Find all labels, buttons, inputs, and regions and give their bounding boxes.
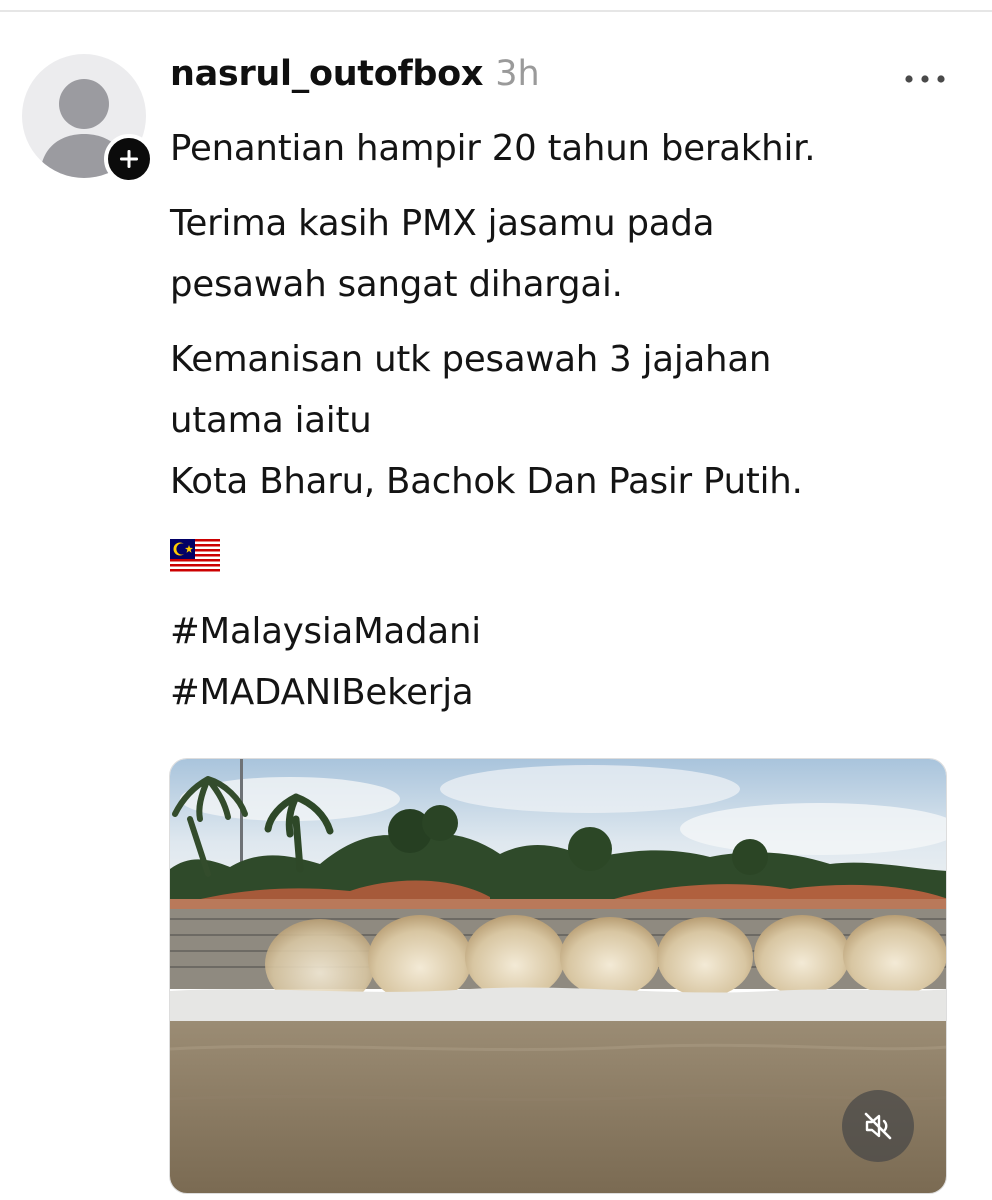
post-line: Kemanisan utk pesawah 3 jajahan (170, 339, 772, 380)
top-divider (0, 10, 992, 12)
post-text: Penantian hampir 20 tahun berakhir. Teri… (170, 118, 960, 723)
post-line: Penantian hampir 20 tahun berakhir. (170, 128, 816, 169)
follow-button[interactable] (104, 134, 154, 184)
post-line: Terima kasih PMX jasamu pada (170, 203, 715, 244)
post-line: pesawah sangat dihargai. (170, 264, 623, 305)
plus-icon (120, 150, 138, 168)
more-options-button[interactable] (898, 62, 952, 96)
hashtag-link[interactable]: #MADANIBekerja (170, 662, 960, 723)
hashtag-link[interactable]: #MalaysiaMadani (170, 601, 960, 662)
timestamp: 3h (495, 54, 540, 94)
post-line: Kota Bharu, Bachok Dan Pasir Putih. (170, 461, 803, 502)
post-line: utama iaitu (170, 400, 372, 441)
post-header: nasrul_outofbox 3h (170, 54, 540, 104)
video-player[interactable] (169, 758, 947, 1194)
post-screen: nasrul_outofbox 3h Penantian hampir 20 t… (0, 0, 992, 1200)
username[interactable]: nasrul_outofbox (170, 54, 483, 94)
mute-toggle-button[interactable] (842, 1090, 914, 1162)
more-horizontal-icon (905, 75, 945, 83)
flag-row (170, 526, 960, 587)
volume-muted-icon (864, 1112, 892, 1140)
video-frame-image (170, 759, 946, 1193)
malaysia-flag-icon (170, 539, 220, 574)
